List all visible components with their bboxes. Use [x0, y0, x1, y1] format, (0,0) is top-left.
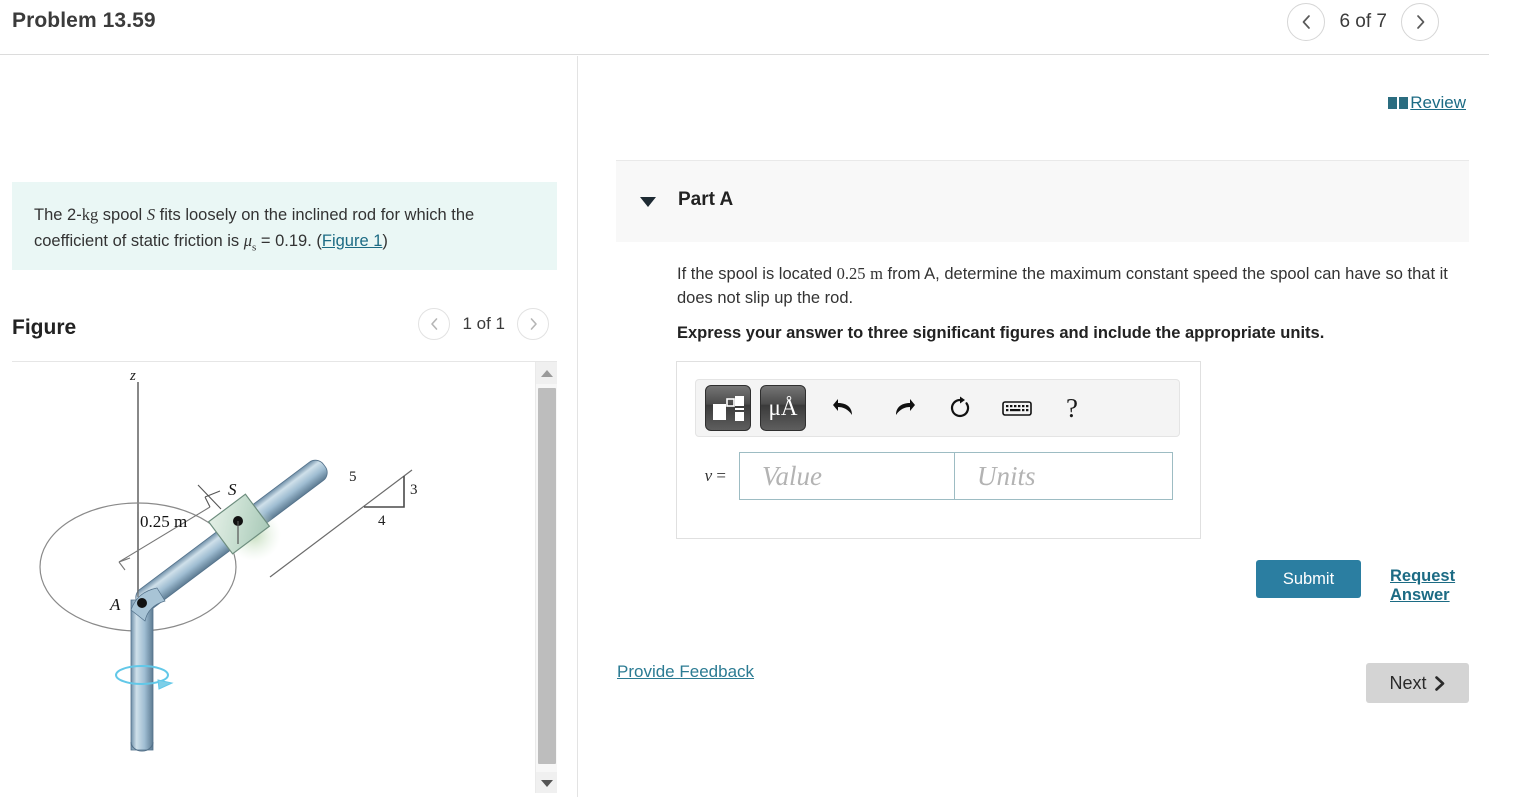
question-text: If the spool is located 0.25 m from A, d…	[677, 262, 1457, 310]
caret-down-icon[interactable]	[640, 197, 656, 207]
question-unit: m	[870, 264, 883, 283]
point-A-label: A	[109, 595, 121, 614]
prev-problem-button[interactable]	[1287, 3, 1326, 41]
point-A-dot	[137, 598, 147, 608]
answer-row: v = Value Units	[695, 452, 1173, 500]
problem-statement: The 2-kg spool S fits loosely on the inc…	[12, 182, 557, 270]
figure-next-button[interactable]	[517, 308, 549, 340]
chevron-left-icon	[431, 318, 438, 330]
slope-hyp-label: 5	[349, 469, 357, 485]
left-panel: The 2-kg spool S fits loosely on the inc…	[0, 56, 578, 797]
statement-text-4: = 0.19. (	[256, 232, 322, 250]
question-value: 0.25	[836, 264, 866, 283]
statement-text-1: The 2-	[34, 206, 82, 224]
part-a-title: Part A	[678, 189, 734, 210]
figure-1-link[interactable]: Figure 1	[322, 232, 383, 250]
keyboard-icon[interactable]	[1002, 398, 1032, 418]
units-input[interactable]: Units	[955, 452, 1173, 500]
keyboard-glyph	[1002, 401, 1032, 416]
distance-label: 0.25 m	[140, 512, 187, 531]
statement-text-5: )	[382, 232, 388, 250]
top-header: Problem 13.59 6 of 7	[0, 0, 1489, 55]
value-placeholder: Value	[762, 460, 822, 491]
redo-glyph	[896, 399, 915, 415]
part-a-header[interactable]: Part A	[616, 160, 1469, 242]
problem-pager: 6 of 7	[1287, 3, 1439, 41]
dim-arrow	[118, 557, 131, 571]
undo-glyph	[833, 399, 852, 415]
chevron-right-bold-icon	[1434, 675, 1444, 691]
help-question-mark-icon[interactable]: ?	[1066, 393, 1078, 424]
math-template-icon[interactable]	[705, 385, 751, 431]
chevron-right-icon	[530, 318, 537, 330]
figure-pager: 1 of 1	[418, 308, 549, 340]
review-link[interactable]: Review	[1388, 93, 1466, 113]
redo-arrow-icon[interactable]	[890, 397, 916, 419]
request-answer-link[interactable]: Request Answer	[1390, 567, 1515, 605]
next-problem-button[interactable]	[1401, 3, 1439, 41]
review-label: Review	[1410, 93, 1466, 112]
submit-button[interactable]: Submit	[1256, 560, 1361, 598]
slope-vert-label: 3	[410, 482, 418, 498]
units-glyph-label: μÅ	[768, 395, 798, 420]
book-icon	[1388, 97, 1409, 109]
reset-glyph	[950, 396, 970, 418]
page-title: Problem 13.59	[12, 9, 156, 32]
chevron-right-icon	[1416, 15, 1424, 29]
question-pre: If the spool is located	[677, 265, 837, 283]
statement-text-2: spool	[98, 206, 147, 224]
scrollbar-thumb[interactable]	[538, 388, 556, 764]
answer-entry-box: μÅ ? v = Value Units	[676, 361, 1201, 539]
reset-circular-arrow-icon[interactable]	[948, 396, 972, 420]
figure-header: Figure 1 of 1	[12, 308, 557, 360]
statement-var-s: S	[146, 205, 156, 224]
answer-toolbar: μÅ ?	[695, 379, 1180, 437]
chevron-left-icon	[1302, 15, 1310, 29]
statement-unit-kg: kg	[81, 205, 99, 224]
figure-diagram: z 5 3 4 S 0.25 m A	[39, 368, 418, 752]
units-placeholder: Units	[977, 460, 1036, 491]
next-button-label: Next	[1389, 672, 1427, 693]
next-button[interactable]: Next	[1366, 663, 1469, 703]
right-panel: Review Part A If the spool is located 0.…	[579, 56, 1515, 797]
triangle-up-icon	[541, 369, 553, 377]
math-template-glyph	[713, 396, 744, 421]
vertical-shaft	[130, 599, 154, 751]
undo-arrow-icon[interactable]	[832, 397, 858, 419]
axis-z-label: z	[129, 368, 136, 384]
scroll-up-button[interactable]	[536, 362, 557, 384]
scroll-down-button[interactable]	[536, 772, 557, 793]
answer-variable-label: v =	[704, 466, 726, 485]
S-leader-arrow	[204, 490, 221, 508]
instruction-text: Express your answer to three significant…	[677, 324, 1325, 342]
statement-mu-symbol: μ	[243, 231, 252, 250]
provide-feedback-link[interactable]: Provide Feedback	[617, 662, 754, 682]
value-input[interactable]: Value	[739, 452, 955, 500]
figure-viewport: z 5 3 4 S 0.25 m A	[12, 361, 557, 793]
triangle-down-icon	[541, 779, 553, 787]
micro-angstrom-units-icon[interactable]: μÅ	[760, 385, 806, 431]
slope-horiz-label: 4	[378, 513, 386, 529]
figure-prev-button[interactable]	[418, 308, 451, 340]
figure-scrollbar[interactable]	[535, 362, 557, 793]
spool-S-label: S	[228, 480, 237, 499]
figure-title: Figure	[12, 316, 77, 339]
figure-pager-label: 1 of 1	[462, 314, 505, 333]
problem-pager-label: 6 of 7	[1339, 11, 1387, 32]
